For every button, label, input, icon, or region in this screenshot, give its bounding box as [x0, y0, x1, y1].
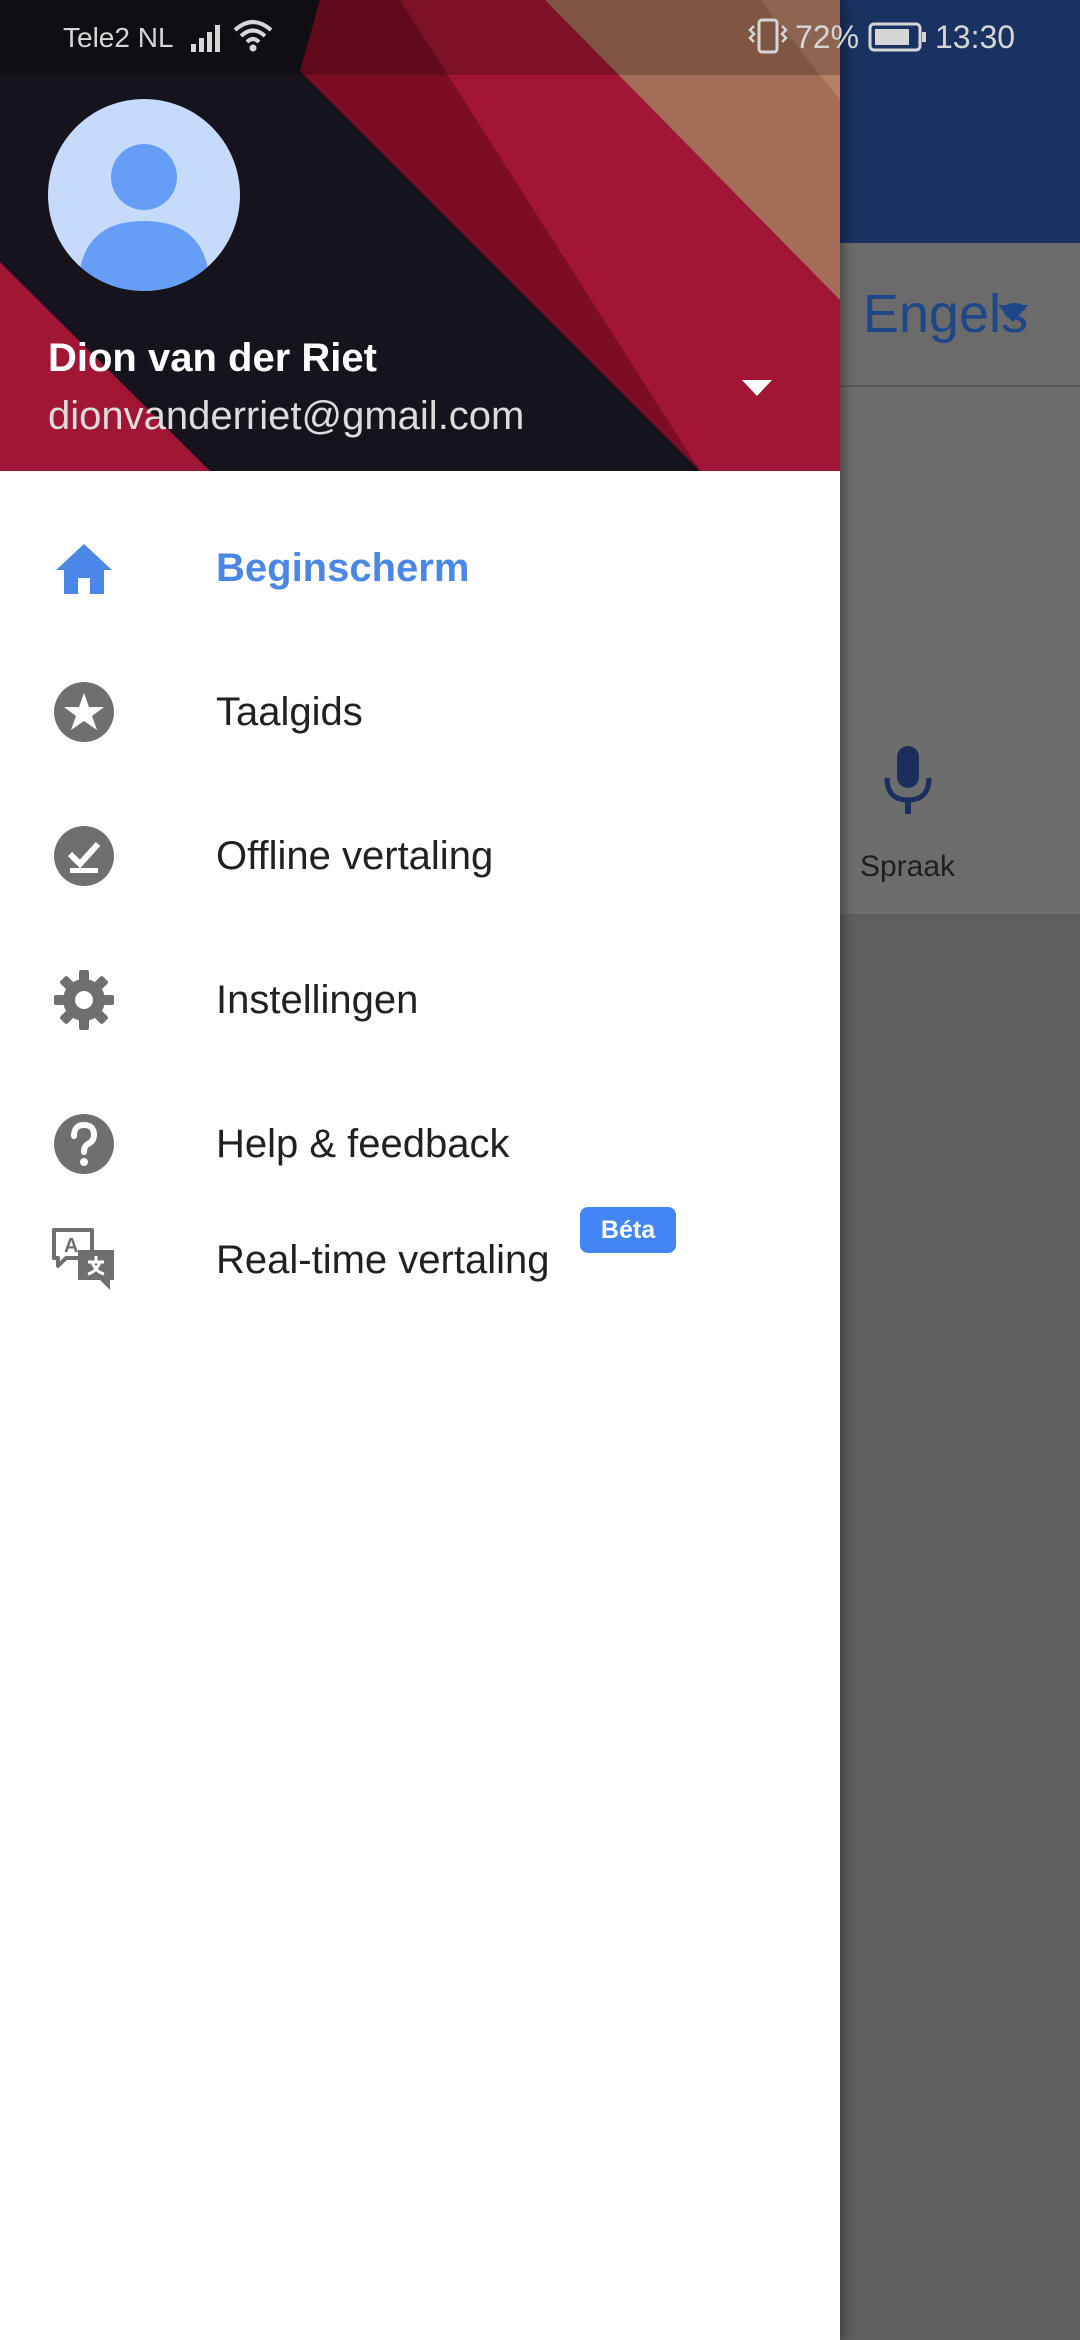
person-icon — [78, 144, 210, 291]
battery-icon — [868, 22, 926, 52]
home-icon — [56, 544, 112, 594]
svg-text:A: A — [64, 1235, 78, 1257]
carrier-name: Tele2 NL — [63, 22, 174, 53]
status-bar: Tele2 NL 72% 13:30 — [0, 0, 1080, 75]
star-circle-icon — [54, 682, 114, 742]
menu-item-instellingen[interactable]: Instellingen — [0, 940, 840, 1060]
menu-item-beginscherm[interactable]: Beginscherm — [0, 508, 840, 628]
vibrate-icon — [748, 18, 788, 54]
avatar[interactable] — [48, 99, 240, 291]
menu-item-label: Help & feedback — [216, 1122, 510, 1166]
account-name: Dion van der Riet — [48, 336, 377, 380]
menu-item-label: Taalgids — [216, 690, 363, 734]
clock: 13:30 — [935, 19, 1016, 55]
account-email: dionvanderriet@gmail.com — [48, 394, 525, 438]
beta-badge: Béta — [580, 1207, 676, 1253]
menu-item-label: Beginscherm — [216, 546, 470, 590]
menu-item-help-feedback[interactable]: Help & feedback — [0, 1084, 840, 1204]
menu-item-offline-vertaling[interactable]: Offline vertaling — [0, 796, 840, 916]
menu-item-taalgids[interactable]: Taalgids — [0, 652, 840, 772]
menu-item-label: Instellingen — [216, 978, 419, 1022]
signal-strength-icon — [191, 25, 220, 52]
caret-down-icon — [998, 305, 1028, 322]
help-icon — [54, 1114, 114, 1174]
voice-input-label: Spraak — [859, 850, 956, 883]
menu-item-label: Offline vertaling — [216, 834, 494, 878]
menu-item-label: Real-time vertaling — [216, 1238, 550, 1282]
gear-icon — [54, 970, 114, 1030]
wifi-icon — [233, 20, 273, 52]
offline-check-icon — [54, 826, 114, 886]
translate-chat-icon: A — [52, 1228, 114, 1290]
account-dropdown-icon[interactable] — [740, 378, 774, 398]
microphone-icon — [884, 746, 932, 814]
battery-percentage: 72% — [795, 19, 860, 55]
menu-item-real-time-vertaling[interactable]: A Real-time vertaling — [0, 1200, 840, 1320]
navigation-drawer: Dion van der Riet dionvanderriet@gmail.c… — [0, 0, 840, 2340]
